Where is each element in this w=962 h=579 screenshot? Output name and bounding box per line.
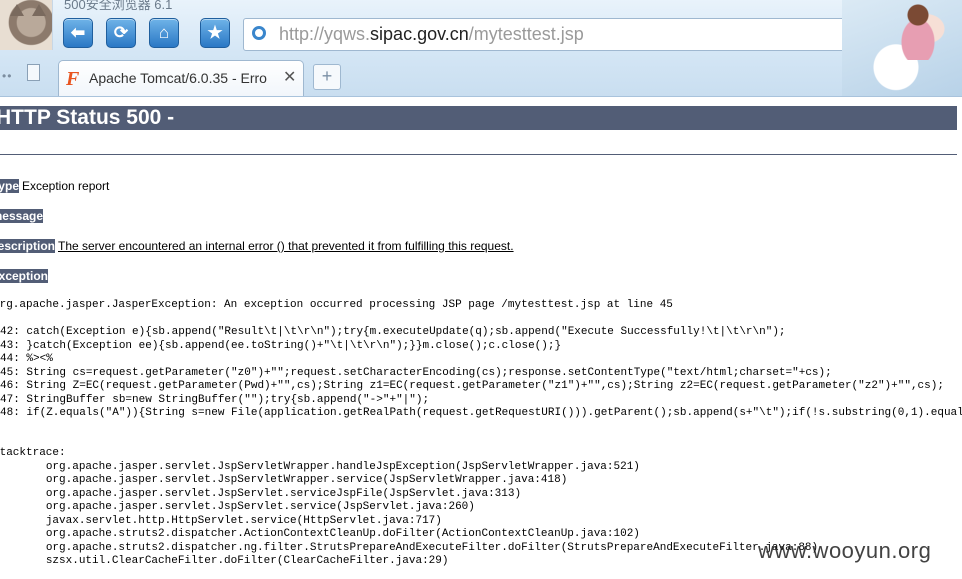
exception-label-text: exception bbox=[0, 269, 48, 283]
tab-favicon-icon: F bbox=[66, 68, 80, 90]
description-label: description bbox=[0, 239, 55, 253]
favorites-button[interactable]: ★ bbox=[200, 18, 230, 48]
url-domain: sipac.gov.cn bbox=[370, 24, 469, 44]
status-header: HTTP Status 500 - bbox=[0, 106, 957, 130]
exception-trace: org.apache.jasper.JasperException: An ex… bbox=[0, 299, 962, 419]
back-arrow-icon: ⬅ bbox=[70, 23, 86, 42]
skin-character-image bbox=[888, 0, 948, 60]
tab-label: Apache Tomcat/6.0.35 - Erro bbox=[89, 70, 267, 86]
page-icon[interactable] bbox=[27, 64, 40, 81]
url-prefix: http://yqws. bbox=[279, 24, 371, 44]
description-label-text: description bbox=[0, 239, 55, 253]
new-tab-button[interactable]: + bbox=[313, 64, 341, 90]
user-avatar[interactable] bbox=[0, 0, 53, 50]
refresh-icon: ⟳ bbox=[113, 23, 129, 42]
window-title: 500安全浏览器 6.1 bbox=[64, 0, 173, 12]
refresh-button[interactable]: ⟳ bbox=[106, 18, 136, 48]
description-text: The server encountered an internal error… bbox=[58, 239, 514, 253]
page-content: HTTP Status 500 - type Exception report … bbox=[0, 96, 962, 579]
message-label: message bbox=[0, 209, 43, 223]
watermark: www.wooyun.org bbox=[758, 538, 932, 563]
description-value: The server encountered an internal error… bbox=[58, 239, 514, 253]
avatar-ear bbox=[32, 4, 46, 16]
message-label-text: message bbox=[0, 209, 43, 223]
home-button[interactable]: ⌂ bbox=[149, 18, 179, 48]
status-title: HTTP Status 500 - bbox=[0, 106, 175, 129]
url-path: /mytesttest.jsp bbox=[468, 24, 584, 44]
address-bar[interactable]: http://yqws.sipac.gov.cn/mytesttest.jsp bbox=[243, 18, 845, 51]
type-value: Exception report bbox=[22, 179, 110, 193]
close-icon[interactable]: ✕ bbox=[283, 67, 296, 87]
divider bbox=[0, 154, 957, 155]
star-icon: ★ bbox=[207, 23, 223, 42]
site-identity-icon bbox=[252, 26, 266, 40]
back-button[interactable]: ⬅ bbox=[63, 18, 93, 48]
type-label-text: type bbox=[0, 179, 19, 193]
type-label: type bbox=[0, 179, 19, 193]
browser-chrome: 500安全浏览器 6.1 ⬅ ⟳ ⌂ ★ http://yqws.sipac.g… bbox=[0, 0, 962, 97]
avatar-ear bbox=[10, 4, 24, 16]
url-text[interactable]: http://yqws.sipac.gov.cn/mytesttest.jsp bbox=[279, 24, 584, 45]
tab-tomcat-error[interactable]: F Apache Tomcat/6.0.35 - Erro ✕ bbox=[58, 60, 304, 96]
exception-label: exception bbox=[0, 269, 48, 283]
tab-scroll-left[interactable]: •• bbox=[2, 69, 12, 83]
home-icon: ⌂ bbox=[158, 23, 170, 42]
